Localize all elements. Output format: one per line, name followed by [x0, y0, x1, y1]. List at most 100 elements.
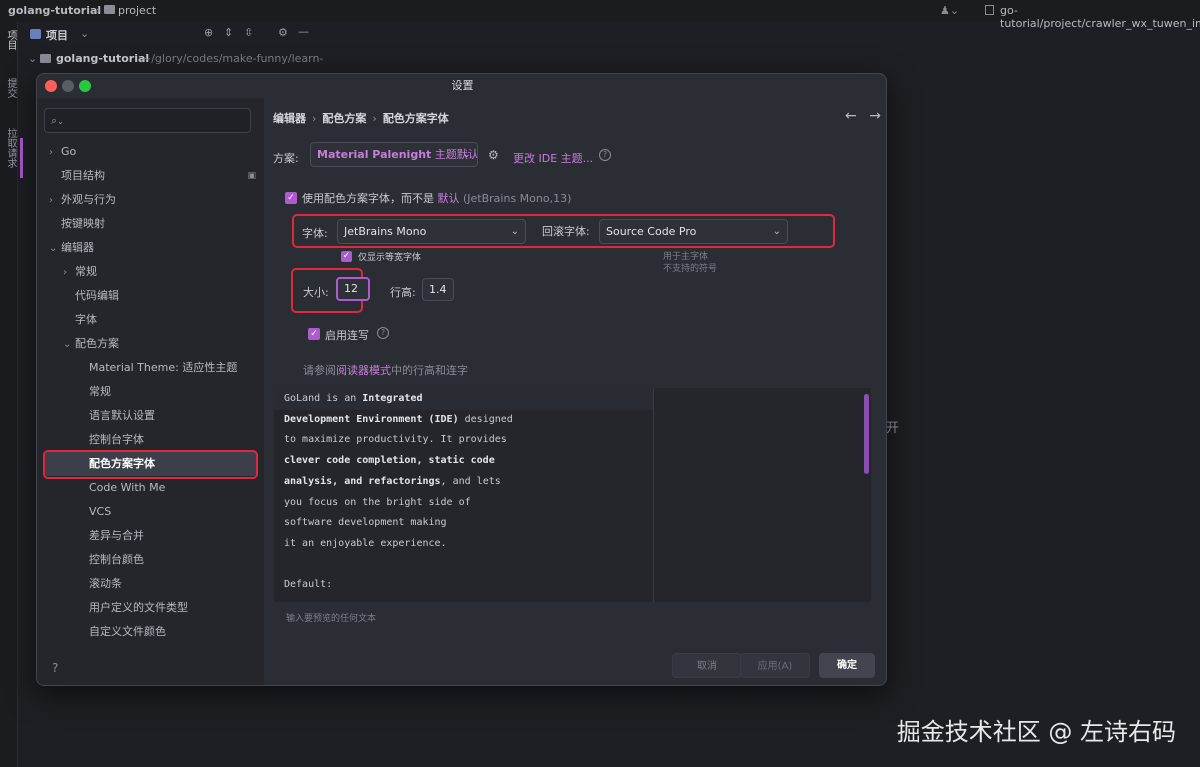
- project-path[interactable]: project: [118, 4, 156, 17]
- line-height-input[interactable]: 1.4: [422, 278, 454, 301]
- change-ide-theme-link[interactable]: 更改 IDE 主题...: [513, 150, 593, 166]
- breadcrumb-item[interactable]: 编辑器: [273, 112, 306, 125]
- file-path[interactable]: go-tutorial/project/crawler_wx_tuwen_img: [1000, 4, 1200, 30]
- use-scheme-font-checkbox[interactable]: ✓: [285, 192, 297, 204]
- preview-text: you focus on the bright side of: [284, 496, 471, 508]
- folder-icon: [40, 54, 51, 63]
- tool-tab-project[interactable]: 项目: [3, 30, 18, 50]
- tool-tab-pull-requests[interactable]: 拉取请求: [3, 128, 18, 168]
- size-label: 大小:: [303, 286, 329, 299]
- fallback-font-dropdown[interactable]: Source Code Pro ⌄: [599, 219, 788, 244]
- sidebar-item[interactable]: VCS: [37, 500, 264, 524]
- sidebar-item[interactable]: 控制台字体: [37, 428, 264, 452]
- preview-line: clever code completion, static code: [284, 455, 495, 466]
- preview-bold-text: Integrated: [362, 393, 423, 404]
- preview-line: Development Environment (IDE) designed: [284, 414, 513, 425]
- user-icon[interactable]: ♟⌄: [940, 4, 959, 17]
- help-icon[interactable]: ?: [377, 327, 389, 339]
- reader-mode-link[interactable]: 阅读器模式: [336, 364, 391, 377]
- sidebar-item[interactable]: 用户定义的文件类型: [37, 596, 264, 620]
- sidebar-item-label: VCS: [89, 505, 112, 518]
- project-view-icon: [30, 29, 41, 39]
- cancel-button[interactable]: 取消: [672, 653, 742, 678]
- collapse-icon[interactable]: ⇳: [244, 26, 253, 39]
- sidebar-item-label: Code With Me: [89, 481, 166, 494]
- chevron-icon[interactable]: ⌄: [63, 333, 75, 357]
- reader-mode-note: 请参阅阅读器模式中的行高和连字: [303, 362, 468, 378]
- default-font-link[interactable]: 默认: [438, 192, 460, 205]
- sidebar-item[interactable]: 代码编辑: [37, 284, 264, 308]
- minimize-icon[interactable]: —: [298, 25, 309, 38]
- reader-note-pre: 请参阅: [303, 364, 336, 377]
- settings-search-input[interactable]: ⌕⌄: [44, 108, 251, 133]
- minimize-window-button[interactable]: [62, 80, 74, 92]
- chevron-icon[interactable]: ›: [63, 261, 75, 285]
- sidebar-item[interactable]: 项目结构 ▣: [37, 164, 264, 188]
- back-arrow-icon[interactable]: ←: [845, 108, 857, 124]
- font-dropdown[interactable]: JetBrains Mono ⌄: [337, 219, 526, 244]
- sidebar-item[interactable]: Code With Me: [37, 476, 264, 500]
- scheme-label: 方案:: [273, 152, 299, 165]
- tool-tab-commit[interactable]: 提交: [3, 78, 18, 98]
- monospace-only-checkbox[interactable]: ✓: [341, 251, 352, 262]
- ok-button[interactable]: 确定: [819, 653, 875, 678]
- sidebar-item[interactable]: 字体: [37, 308, 264, 332]
- chevron-down-icon[interactable]: ⌄: [80, 27, 89, 40]
- sidebar-item[interactable]: 常规: [37, 380, 264, 404]
- sidebar-item-label: 代码编辑: [75, 289, 119, 302]
- default-font-info: (JetBrains Mono,13): [463, 192, 572, 205]
- breadcrumb: 编辑器 › 配色方案 › 配色方案字体: [273, 112, 449, 125]
- locate-icon[interactable]: ⊕: [204, 26, 213, 39]
- font-label: 字体:: [302, 227, 328, 240]
- chevron-icon[interactable]: ›: [49, 141, 61, 165]
- sidebar-item[interactable]: ⌄ 编辑器: [37, 236, 264, 260]
- sidebar-item[interactable]: › 常规: [37, 260, 264, 284]
- sidebar-item[interactable]: Material Theme: 适应性主题: [37, 356, 264, 380]
- sidebar-item[interactable]: 控制台颜色: [37, 548, 264, 572]
- close-window-button[interactable]: [45, 80, 57, 92]
- expand-icon[interactable]: ⇕: [224, 26, 233, 39]
- sidebar-item[interactable]: › 外观与行为: [37, 188, 264, 212]
- chevron-icon[interactable]: ›: [49, 189, 61, 213]
- sidebar-item-label: 字体: [75, 313, 97, 326]
- help-button[interactable]: ?: [52, 661, 58, 675]
- preview-text: to maximize productivity. It provides: [284, 434, 507, 446]
- preview-text: , and lets: [440, 475, 501, 487]
- file-icon: [985, 5, 994, 15]
- history-nav: ← →: [845, 108, 881, 124]
- sidebar-item[interactable]: › Go: [37, 140, 264, 164]
- chevron-down-icon: ⌄: [510, 226, 519, 237]
- sidebar-item[interactable]: 按键映射: [37, 212, 264, 236]
- ligatures-label: 启用连写: [325, 329, 369, 342]
- sidebar-item-label: 自定义文件颜色: [89, 625, 166, 638]
- help-icon[interactable]: ?: [599, 149, 611, 161]
- sidebar-item-label: 按键映射: [61, 217, 105, 230]
- breadcrumb-item: 配色方案字体: [382, 112, 449, 125]
- ide-top-bar: golang-tutorial › project ♟⌄ go-tutorial…: [0, 0, 1200, 30]
- project-view-label[interactable]: 项目: [46, 27, 68, 43]
- preview-scrollbar[interactable]: [864, 394, 869, 474]
- sidebar-item[interactable]: 自定义文件颜色: [37, 620, 264, 644]
- project-name[interactable]: golang-tutorial: [8, 4, 101, 17]
- sidebar-item[interactable]: 滚动条: [37, 572, 264, 596]
- apply-button[interactable]: 应用(A): [740, 653, 810, 678]
- zoom-window-button[interactable]: [79, 80, 91, 92]
- gear-icon[interactable]: ⚙: [488, 148, 499, 162]
- forward-arrow-icon[interactable]: →: [869, 108, 881, 124]
- sidebar-item[interactable]: 语言默认设置: [37, 404, 264, 428]
- project-tree-root[interactable]: ⌄ golang-tutorial ~/glory/codes/make-fun…: [18, 48, 338, 70]
- chevron-icon[interactable]: ⌄: [49, 237, 61, 261]
- font-preview-editor[interactable]: GoLand is an Integrated Development Envir…: [274, 388, 871, 602]
- chevron-down-icon[interactable]: ⌄: [28, 52, 37, 65]
- sidebar-item-label: 编辑器: [61, 241, 94, 254]
- sidebar-item[interactable]: ⌄ 配色方案: [37, 332, 264, 356]
- ligatures-checkbox[interactable]: ✓: [308, 328, 320, 340]
- sidebar-item-label: 滚动条: [89, 577, 122, 590]
- breadcrumb-item[interactable]: 配色方案: [322, 112, 366, 125]
- gear-icon[interactable]: ⚙: [278, 26, 288, 39]
- sidebar-item[interactable]: 差异与合并: [37, 524, 264, 548]
- size-input[interactable]: 12: [336, 277, 370, 301]
- tree-root-name[interactable]: golang-tutorial: [56, 52, 149, 65]
- preview-line: it an enjoyable experience.: [284, 538, 447, 549]
- scheme-dropdown[interactable]: Material Palenight 主题默认 ⌄: [310, 142, 478, 167]
